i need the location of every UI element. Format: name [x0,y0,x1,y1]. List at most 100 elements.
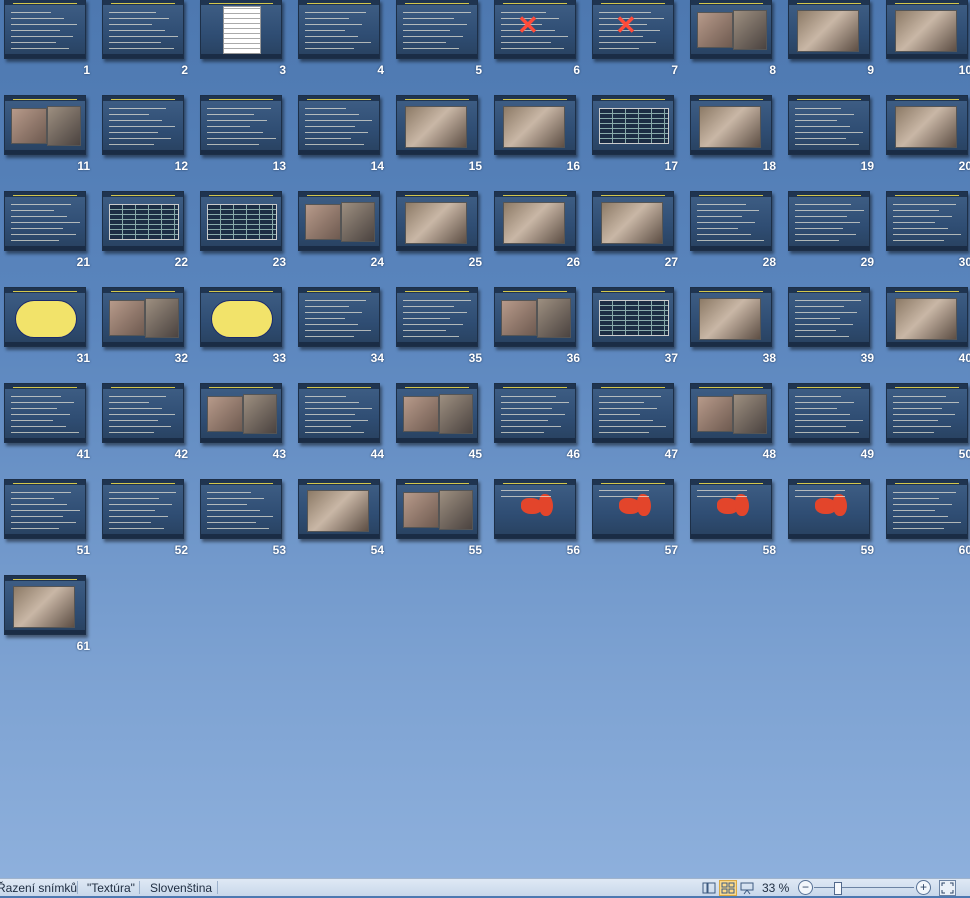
slide-thumbnail[interactable] [690,383,772,443]
slide-thumbnail-cell[interactable]: 52 [98,479,190,559]
slide-thumbnail-cell[interactable]: 13 [196,95,288,175]
slide-thumbnail-cell[interactable]: 19 [784,95,876,175]
slide-thumbnail[interactable] [200,0,282,59]
slide-thumbnail[interactable] [200,191,282,251]
slide-thumbnail[interactable] [788,287,870,347]
slide-thumbnail-cell[interactable]: 43 [196,383,288,463]
slide-thumbnail[interactable] [396,95,478,155]
slide-thumbnail[interactable] [886,287,968,347]
slide-thumbnail-cell[interactable]: 21 [0,191,92,271]
slide-thumbnail[interactable] [592,191,674,251]
slide-thumbnail-cell[interactable]: 17 [588,95,680,175]
slide-thumbnail[interactable] [788,479,870,539]
slide-thumbnail-cell[interactable]: 23 [196,191,288,271]
slide-thumbnail-cell[interactable]: 33 [196,287,288,367]
slide-thumbnail-cell[interactable]: 47 [588,383,680,463]
slide-thumbnail[interactable] [886,479,968,539]
slide-thumbnail-cell[interactable]: 54 [294,479,386,559]
slide-thumbnail[interactable] [788,95,870,155]
slide-sorter-pane[interactable]: 1 2 3 4 5 ✕ 6 ✕ 7 8 9 10 11 12 13 14 15 16 17 18 19 20 21 22 23 2… [0,0,970,878]
slide-thumbnail-cell[interactable]: 24 [294,191,386,271]
slide-thumbnail[interactable] [4,479,86,539]
slide-thumbnail-cell[interactable]: 28 [686,191,778,271]
slide-thumbnail[interactable] [788,191,870,251]
slide-thumbnail[interactable] [200,95,282,155]
slide-thumbnail[interactable] [4,191,86,251]
slide-thumbnail[interactable] [4,287,86,347]
normal-view-button[interactable] [700,880,718,896]
slide-thumbnail-cell[interactable]: 31 [0,287,92,367]
zoom-out-icon[interactable]: − [798,880,813,895]
slide-thumbnail-cell[interactable]: ✕ 7 [588,0,680,79]
slide-thumbnail[interactable] [396,287,478,347]
slide-thumbnail-cell[interactable]: 40 [882,287,970,367]
slide-thumbnail[interactable] [4,95,86,155]
slide-thumbnail-cell[interactable]: 42 [98,383,190,463]
slide-thumbnail-cell[interactable]: 14 [294,95,386,175]
slide-thumbnail[interactable] [298,383,380,443]
slide-thumbnail-cell[interactable]: 38 [686,287,778,367]
slide-thumbnail[interactable] [886,383,968,443]
slide-thumbnail-cell[interactable]: 15 [392,95,484,175]
slide-thumbnail[interactable] [494,95,576,155]
slide-thumbnail[interactable] [886,0,968,59]
slide-thumbnail[interactable] [298,95,380,155]
slide-thumbnail[interactable] [494,479,576,539]
slide-thumbnail[interactable] [396,479,478,539]
zoom-slider-track[interactable] [814,887,914,888]
slide-thumbnail-cell[interactable]: 9 [784,0,876,79]
slide-thumbnail-cell[interactable]: 26 [490,191,582,271]
slide-thumbnail[interactable] [788,383,870,443]
slide-thumbnail[interactable] [4,575,86,635]
slide-thumbnail[interactable] [396,191,478,251]
slide-thumbnail-cell[interactable]: 25 [392,191,484,271]
slide-thumbnail-cell[interactable]: 57 [588,479,680,559]
slide-thumbnail-cell[interactable]: 60 [882,479,970,559]
slide-thumbnail-cell[interactable]: 61 [0,575,92,655]
slideshow-view-button[interactable] [738,880,756,896]
slide-thumbnail-cell[interactable]: 58 [686,479,778,559]
slide-thumbnail-cell[interactable]: 10 [882,0,970,79]
slide-thumbnail-cell[interactable]: 59 [784,479,876,559]
slide-thumbnail[interactable] [298,287,380,347]
slide-thumbnail-cell[interactable]: 41 [0,383,92,463]
slide-thumbnail-cell[interactable]: 27 [588,191,680,271]
slide-thumbnail[interactable] [494,287,576,347]
slide-thumbnail-cell[interactable]: 22 [98,191,190,271]
slide-thumbnail-cell[interactable]: 45 [392,383,484,463]
slide-thumbnail-cell[interactable]: 55 [392,479,484,559]
slide-thumbnail-cell[interactable]: 4 [294,0,386,79]
slide-thumbnail-cell[interactable]: 16 [490,95,582,175]
slide-thumbnail-cell[interactable]: 39 [784,287,876,367]
zoom-level-label[interactable]: 33 % [762,881,789,895]
slide-thumbnail-cell[interactable]: 49 [784,383,876,463]
slide-thumbnail-cell[interactable]: 56 [490,479,582,559]
slide-thumbnail[interactable] [102,479,184,539]
slide-thumbnail[interactable] [788,0,870,59]
slide-thumbnail-cell[interactable]: 2 [98,0,190,79]
slide-thumbnail[interactable] [4,0,86,59]
slide-thumbnail[interactable] [690,95,772,155]
slide-thumbnail-cell[interactable]: 48 [686,383,778,463]
slide-thumbnail[interactable] [298,479,380,539]
slide-thumbnail[interactable] [886,191,968,251]
slide-thumbnail[interactable] [494,191,576,251]
slide-thumbnail[interactable] [102,191,184,251]
slide-thumbnail-cell[interactable]: 12 [98,95,190,175]
slide-thumbnail-cell[interactable]: 44 [294,383,386,463]
slide-thumbnail-cell[interactable]: 1 [0,0,92,79]
slide-thumbnail[interactable] [396,0,478,59]
slide-thumbnail[interactable] [592,383,674,443]
zoom-in-icon[interactable]: + [916,880,931,895]
slide-thumbnail[interactable] [4,383,86,443]
slide-thumbnail-cell[interactable]: 11 [0,95,92,175]
slide-thumbnail[interactable] [494,383,576,443]
slide-sorter-view-button[interactable] [719,880,737,896]
zoom-slider-handle[interactable] [834,882,842,895]
slide-thumbnail[interactable] [200,383,282,443]
slide-thumbnail-cell[interactable]: 34 [294,287,386,367]
slide-thumbnail[interactable] [396,383,478,443]
slide-thumbnail[interactable] [102,95,184,155]
slide-thumbnail-cell[interactable]: 46 [490,383,582,463]
slide-thumbnail-cell[interactable]: 29 [784,191,876,271]
